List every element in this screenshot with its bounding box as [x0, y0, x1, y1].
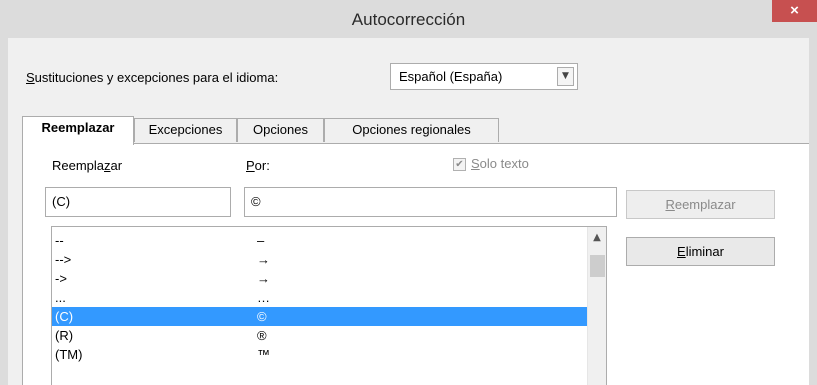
- list-scrollbar[interactable]: ▲: [587, 227, 606, 385]
- scrollbar-thumb[interactable]: [590, 255, 605, 277]
- chevron-down-icon[interactable]: ▼: [557, 67, 574, 86]
- window-frame-left: [0, 38, 8, 385]
- language-select-value: Español (España): [399, 69, 503, 84]
- tab-reemplazar[interactable]: Reemplazar: [22, 116, 134, 145]
- replacement-list[interactable]: -- – --> → -> → ...… (C) © (R) ® (TM) ™ ▲: [51, 226, 607, 385]
- delete-button[interactable]: Eliminar: [626, 237, 775, 266]
- language-select[interactable]: Español (España) ▼: [390, 63, 578, 90]
- tab-opciones[interactable]: Opciones: [237, 118, 324, 142]
- list-item[interactable]: ...…: [52, 288, 587, 307]
- language-label: Sustituciones y excepciones para el idio…: [26, 70, 279, 85]
- replace-label: Reemplazar: [52, 158, 123, 173]
- window-frame-right: [809, 38, 817, 385]
- list-item-selected[interactable]: (C) ©: [52, 307, 587, 326]
- chevron-up-icon[interactable]: ▲: [588, 229, 606, 247]
- window-title: Autocorrección: [351, 10, 466, 29]
- list-item[interactable]: (R) ®: [52, 326, 587, 345]
- text-only-label: Solo texto: [471, 156, 529, 171]
- close-icon: ×: [790, 2, 799, 19]
- replace-button[interactable]: Reemplazar: [626, 190, 775, 219]
- tab-opciones-regionales[interactable]: Opciones regionales: [324, 118, 499, 142]
- list-item[interactable]: --> →: [52, 250, 587, 269]
- replace-input[interactable]: (C): [45, 187, 231, 217]
- with-input[interactable]: ©: [244, 187, 617, 217]
- list-item[interactable]: (TM) ™: [52, 345, 587, 364]
- text-only-checkbox[interactable]: ✔: [453, 158, 466, 171]
- title-bar: Autocorrección ×: [0, 0, 817, 39]
- close-button[interactable]: ×: [772, 0, 817, 22]
- tab-excepciones[interactable]: Excepciones: [134, 118, 237, 142]
- list-item[interactable]: -> →: [52, 269, 587, 288]
- with-label: Por:: [246, 158, 270, 173]
- list-item[interactable]: -- –: [52, 231, 587, 250]
